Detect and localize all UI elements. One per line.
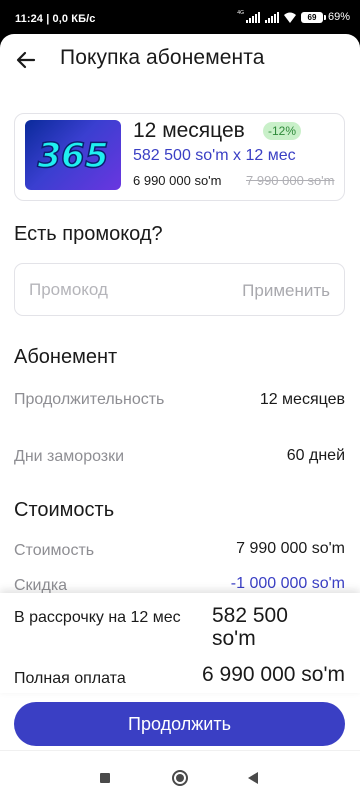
status-icons: 4G 69 69% bbox=[237, 10, 350, 24]
installment-label: В рассрочку на 12 мес bbox=[14, 609, 181, 626]
discount-value: -1 000 000 so'm bbox=[230, 575, 345, 592]
full-payment-value: 6 990 000 so'm bbox=[202, 663, 345, 686]
continue-button[interactable]: Продолжить bbox=[14, 702, 345, 746]
battery-percent: 69% bbox=[327, 11, 350, 23]
system-nav-bar bbox=[0, 750, 360, 800]
header: Покупка абонемента bbox=[0, 34, 360, 86]
back-button[interactable] bbox=[14, 48, 38, 72]
cost-value: 7 990 000 so'm bbox=[236, 540, 345, 557]
status-time: 11:24 | 0,0 КБ/с bbox=[15, 13, 95, 25]
cost-label: Стоимость bbox=[14, 542, 95, 559]
triangle-back-icon[interactable] bbox=[248, 772, 258, 784]
installment-value: 582 500 so'm bbox=[212, 604, 288, 650]
plan-logo: 365 bbox=[25, 120, 121, 190]
wifi-icon bbox=[283, 12, 296, 23]
discount-badge: -12% bbox=[263, 122, 302, 140]
status-speed: | 0,0 КБ/с bbox=[46, 13, 96, 25]
plan-logo-graphic: 365 bbox=[37, 135, 109, 177]
square-icon[interactable] bbox=[100, 773, 110, 783]
plan-monthly-price: 582 500 so'm x 12 мес bbox=[133, 147, 296, 164]
apply-button[interactable]: Применить bbox=[242, 281, 330, 301]
plan-price: 6 990 000 so'm bbox=[133, 173, 222, 188]
plan-duration: 12 месяцев bbox=[133, 119, 245, 142]
plan-old-price: 7 990 000 so'm bbox=[246, 173, 335, 188]
payment-summary: В рассрочку на 12 мес 582 500 so'm Полна… bbox=[0, 593, 360, 693]
page-title: Покупка абонемента bbox=[60, 46, 265, 69]
signal-icon-2 bbox=[264, 11, 279, 23]
promo-box: Применить bbox=[14, 263, 345, 316]
full-payment-label: Полная оплата bbox=[14, 670, 126, 687]
battery-icon: 69 bbox=[300, 11, 326, 23]
promo-title: Есть промокод? bbox=[14, 223, 163, 245]
freeze-days-value: 60 дней bbox=[286, 447, 345, 464]
subscription-title: Абонемент bbox=[14, 346, 118, 368]
duration-label: Продолжительность bbox=[14, 391, 165, 408]
cost-title: Стоимость bbox=[14, 499, 115, 521]
freeze-days-label: Дни заморозки bbox=[14, 448, 125, 465]
circle-icon[interactable] bbox=[172, 770, 188, 786]
network-type-label: 4G bbox=[237, 10, 244, 16]
promo-input[interactable] bbox=[29, 280, 219, 300]
signal-icon bbox=[245, 11, 260, 23]
plan-card: 365 12 месяцев -12% 582 500 so'm x 12 ме… bbox=[14, 113, 345, 201]
status-bar: 11:24 | 0,0 КБ/с 4G 69 69% bbox=[0, 0, 360, 34]
plan-logo-text: 365 bbox=[38, 136, 109, 176]
purchase-screen: Покупка абонемента 365 12 месяцев -12% 5… bbox=[0, 34, 360, 750]
duration-value: 12 месяцев bbox=[259, 391, 345, 408]
status-clock: 11:24 bbox=[15, 13, 44, 25]
arrow-left-icon bbox=[16, 51, 36, 69]
